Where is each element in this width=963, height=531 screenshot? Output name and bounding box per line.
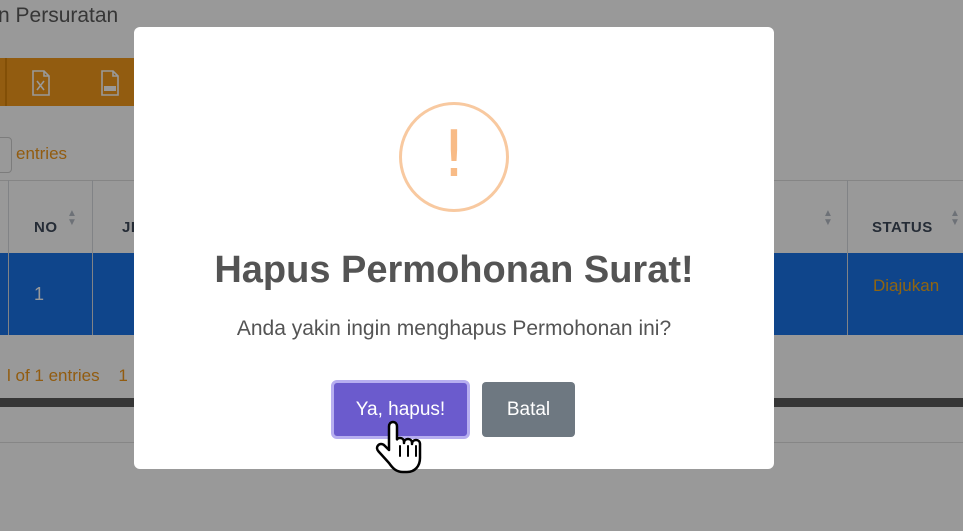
dialog-title: Hapus Permohonan Surat! (214, 249, 694, 291)
confirm-dialog: ! Hapus Permohonan Surat! Anda yakin ing… (134, 27, 774, 469)
warning-icon: ! (399, 102, 509, 212)
cancel-button[interactable]: Batal (482, 382, 575, 437)
dialog-message: Anda yakin ingin menghapus Permohonan in… (236, 317, 672, 340)
warning-symbol: ! (441, 118, 467, 192)
hand-pointer-cursor-icon (375, 420, 422, 474)
